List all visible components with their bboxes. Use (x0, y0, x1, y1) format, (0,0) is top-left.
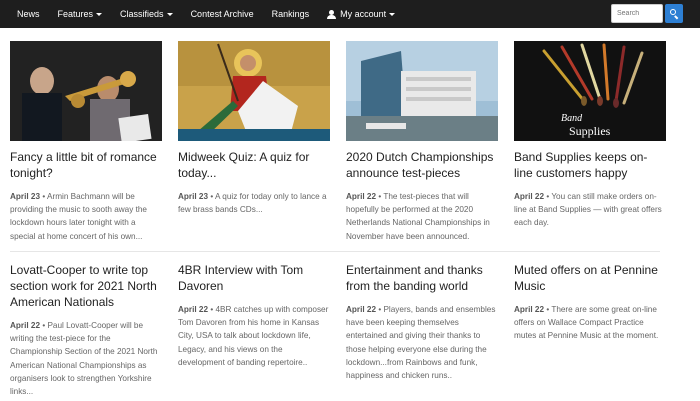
article-thumbnail[interactable] (10, 41, 162, 141)
article-title[interactable]: Entertainment and thanks from the bandin… (346, 262, 498, 294)
article-excerpt: April 22 • Players, bands and ensembles … (346, 305, 496, 381)
article-summary: Paul Lovatt-Cooper will be writing the t… (10, 321, 158, 397)
article-title[interactable]: Fancy a little bit of romance tonight? (10, 149, 162, 181)
article-thumbnail[interactable] (178, 41, 330, 141)
article-card[interactable]: Fancy a little bit of romance tonight? A… (10, 41, 162, 243)
nav-item-label: Features (57, 9, 94, 19)
row-divider (10, 251, 660, 252)
band-supplies-logo-text: Band (561, 113, 583, 124)
caret-down-icon (96, 12, 103, 16)
article-excerpt: April 22 • 4BR catches up with composer … (178, 305, 329, 367)
article-thumbnail[interactable]: Band Supplies (514, 41, 666, 141)
article-date: April 22 (514, 305, 545, 314)
article-card[interactable]: 4BR Interview with Tom Davoren April 22 … (178, 254, 330, 369)
article-excerpt: April 22 • There are some great on-line … (514, 305, 659, 341)
nav-item-features[interactable]: Features (49, 0, 112, 28)
article-thumbnail[interactable] (346, 41, 498, 141)
article-summary: Players, bands and ensembles have been k… (346, 305, 496, 381)
article-excerpt: April 22 • Paul Lovatt-Cooper will be wr… (10, 321, 158, 397)
article-title[interactable]: Lovatt-Cooper to write top section work … (10, 262, 162, 310)
search-input[interactable] (611, 4, 663, 23)
nav-item-label: Rankings (271, 9, 310, 19)
nav-item-news[interactable]: News (8, 0, 49, 28)
article-card[interactable]: Band Supplies Band Supplies keeps on-lin… (514, 41, 666, 230)
article-excerpt: April 23 • Armin Bachmann will be provid… (10, 192, 147, 241)
article-summary: 4BR catches up with composer Tom Davoren… (178, 305, 329, 367)
nav-item-label: My account (340, 9, 387, 19)
caret-down-icon (389, 12, 396, 16)
article-title[interactable]: 4BR Interview with Tom Davoren (178, 262, 330, 294)
article-excerpt: April 22 • You can still make orders on-… (514, 192, 662, 228)
article-date: April 22 (10, 321, 41, 330)
nav-item-label: Contest Archive (190, 9, 254, 19)
article-date: April 23 (10, 192, 41, 201)
search-form (611, 4, 683, 23)
article-excerpt: April 22 • The test-pieces that will hop… (346, 192, 490, 241)
nav-item-contest-archive[interactable]: Contest Archive (182, 0, 263, 28)
search-button[interactable] (665, 4, 683, 23)
article-card[interactable]: 2020 Dutch Championships announce test-p… (346, 41, 498, 243)
article-title[interactable]: Midweek Quiz: A quiz for today... (178, 149, 330, 181)
nav-item-classifieds[interactable]: Classifieds (111, 0, 182, 28)
search-icon (669, 9, 679, 20)
article-title[interactable]: 2020 Dutch Championships announce test-p… (346, 149, 498, 181)
nav-item-rankings[interactable]: Rankings (263, 0, 319, 28)
nav-item-my-account[interactable]: My account (318, 0, 404, 28)
nav-menu: News Features Classifieds Contest Archiv… (0, 0, 404, 28)
article-card[interactable]: Muted offers on at Pennine Music April 2… (514, 254, 666, 343)
article-date: April 22 (346, 192, 377, 201)
top-navbar: News Features Classifieds Contest Archiv… (0, 0, 700, 28)
article-date: April 22 (178, 305, 209, 314)
band-supplies-logo-text: Supplies (569, 124, 611, 138)
nav-item-label: Classifieds (120, 9, 164, 19)
user-icon (327, 9, 337, 19)
article-title[interactable]: Band Supplies keeps on-line customers ha… (514, 149, 666, 181)
article-card[interactable]: Midweek Quiz: A quiz for today... April … (178, 41, 330, 216)
article-date: April 23 (178, 192, 209, 201)
article-card[interactable]: Lovatt-Cooper to write top section work … (10, 254, 162, 398)
caret-down-icon (166, 12, 173, 16)
article-date: April 22 (346, 305, 377, 314)
article-title[interactable]: Muted offers on at Pennine Music (514, 262, 666, 294)
article-excerpt: April 23 • A quiz for today only to lanc… (178, 192, 327, 215)
article-card[interactable]: Entertainment and thanks from the bandin… (346, 254, 498, 382)
nav-item-label: News (17, 9, 40, 19)
article-date: April 22 (514, 192, 545, 201)
